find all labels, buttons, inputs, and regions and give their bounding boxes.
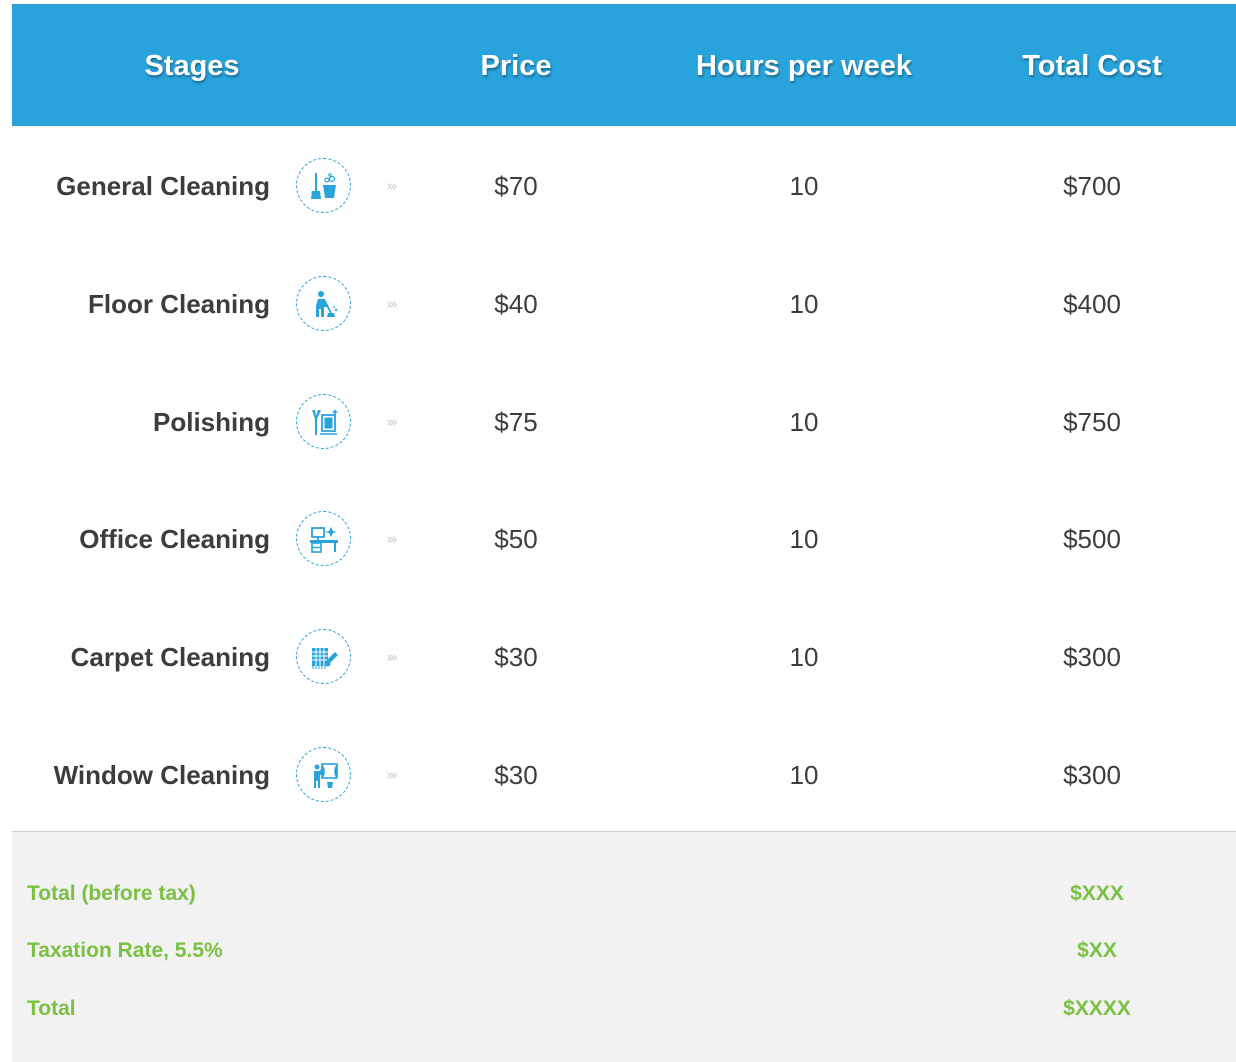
table-row: General Cleaning ››› $70 10 $700 (0, 156, 1236, 216)
total-before-tax-label: Total (before tax) (27, 882, 196, 905)
hours-cell: 10 (789, 171, 819, 201)
grand-total-label: Total (27, 997, 76, 1020)
taxation-rate-value: $XX (1077, 939, 1117, 962)
table-row: Office Cleaning ››› $50 10 $500 (0, 509, 1236, 569)
price-cell: $70 (494, 171, 538, 201)
price-cell: $30 (494, 642, 538, 672)
header-hours: Hours per week (696, 50, 912, 82)
broom-bucket-icon (296, 158, 351, 213)
carpet-brush-icon (296, 629, 351, 684)
stage-name: Window Cleaning (53, 760, 270, 790)
chevrons-icon: ››› (386, 766, 398, 784)
taxation-rate-label: Taxation Rate, 5.5% (27, 939, 223, 962)
hours-cell: 10 (789, 524, 819, 554)
window-squeegee-icon (296, 394, 351, 449)
table-row: Polishing ››› $75 10 $750 (0, 392, 1236, 452)
chevrons-icon: ››› (386, 530, 398, 548)
total-cell: $300 (1063, 760, 1121, 790)
stage-name: Office Cleaning (79, 524, 270, 554)
total-cell: $700 (1063, 171, 1121, 201)
header-stages: Stages (144, 50, 240, 82)
hours-cell: 10 (789, 289, 819, 319)
header-total-cost: Total Cost (1022, 50, 1162, 82)
chevrons-icon: ››› (386, 177, 398, 195)
grand-total-value: $XXXX (1063, 997, 1131, 1020)
header-price: Price (480, 50, 552, 82)
summary-panel: Total (before tax) $XXX Taxation Rate, 5… (12, 831, 1236, 1062)
chevrons-icon: ››› (386, 295, 398, 313)
stage-name: Polishing (153, 407, 270, 437)
stage-name: Floor Cleaning (88, 289, 270, 319)
total-cell: $500 (1063, 524, 1121, 554)
chevrons-icon: ››› (386, 648, 398, 666)
table-row: Window Cleaning ››› $30 10 $300 (0, 745, 1236, 805)
person-window-icon (296, 747, 351, 802)
total-cell: $750 (1063, 407, 1121, 437)
table-header: Stages Price Hours per week Total Cost (12, 4, 1236, 126)
hours-cell: 10 (789, 407, 819, 437)
price-cell: $40 (494, 289, 538, 319)
chevrons-icon: ››› (386, 413, 398, 431)
person-sweeping-icon (296, 276, 351, 331)
stage-name: Carpet Cleaning (70, 642, 270, 672)
office-desk-icon (296, 511, 351, 566)
total-before-tax-value: $XXX (1070, 882, 1124, 905)
total-cell: $300 (1063, 642, 1121, 672)
total-cell: $400 (1063, 289, 1121, 319)
stage-name: General Cleaning (56, 171, 270, 201)
price-cell: $30 (494, 760, 538, 790)
hours-cell: 10 (789, 642, 819, 672)
hours-cell: 10 (789, 760, 819, 790)
price-cell: $50 (494, 524, 538, 554)
price-cell: $75 (494, 407, 538, 437)
table-row: Carpet Cleaning ››› $30 10 $300 (0, 627, 1236, 687)
table-row: Floor Cleaning ››› $40 10 $400 (0, 274, 1236, 334)
